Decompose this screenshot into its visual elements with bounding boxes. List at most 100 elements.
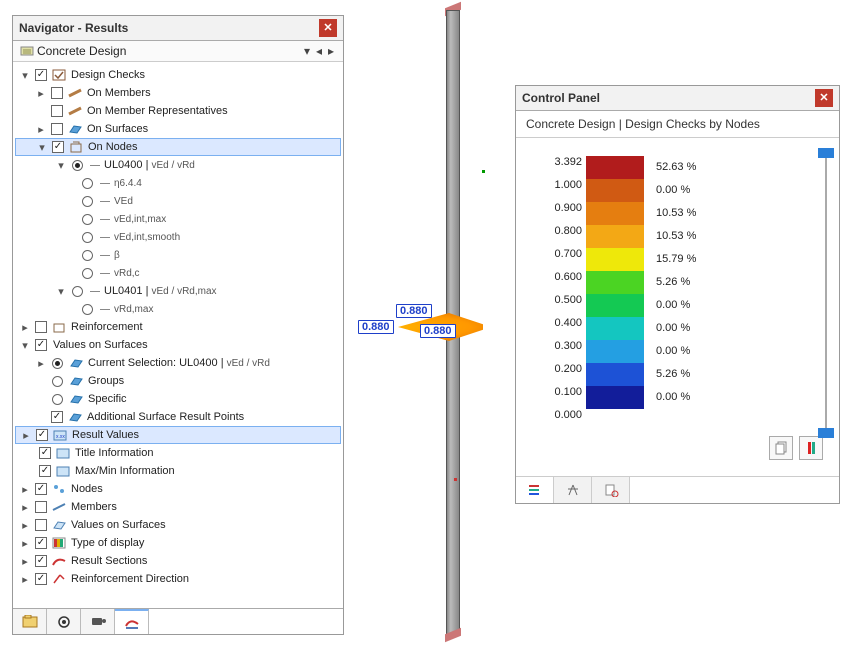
radio[interactable] <box>52 394 63 405</box>
copy-scale-button[interactable] <box>769 436 793 460</box>
tree-item-additional-points[interactable]: Additional Surface Result Points <box>15 408 341 426</box>
tree-item-ved[interactable]: VEd <box>15 192 341 210</box>
collapse-icon[interactable]: ▾ <box>36 141 48 153</box>
checkbox[interactable] <box>39 465 51 477</box>
expand-icon[interactable]: ▸ <box>19 555 31 567</box>
tree-item-values-on-surfaces[interactable]: ▾ Values on Surfaces <box>15 336 341 354</box>
radio[interactable] <box>72 286 83 297</box>
radio[interactable] <box>52 376 63 387</box>
tree-item-result-values[interactable]: ▸ x.xx Result Values <box>15 426 341 444</box>
checkbox[interactable] <box>35 321 47 333</box>
checkbox[interactable] <box>52 141 64 153</box>
expand-icon[interactable]: ▸ <box>19 573 31 585</box>
tab-data-icon[interactable] <box>13 609 47 634</box>
tree-item-on-nodes[interactable]: ▾ On Nodes <box>15 138 341 156</box>
tree-item-nodes2[interactable]: ▸ Nodes <box>15 480 341 498</box>
chevron-down-icon[interactable]: ▾ <box>301 44 313 58</box>
checkbox[interactable] <box>35 537 47 549</box>
result-values-icon: x.xx <box>52 428 68 442</box>
checkbox[interactable] <box>35 519 47 531</box>
scale-percent: 52.63 % <box>656 161 696 173</box>
close-icon[interactable]: ✕ <box>815 89 833 107</box>
control-panel-header[interactable]: Control Panel ✕ <box>516 86 839 111</box>
expand-icon[interactable]: ▸ <box>20 429 32 441</box>
tab-views-icon[interactable] <box>81 609 115 634</box>
navigator-header[interactable]: Navigator - Results ✕ <box>13 16 343 41</box>
tree-item-title-info[interactable]: Title Information <box>15 444 341 462</box>
tree-item-vrdc[interactable]: vRd,c <box>15 264 341 282</box>
tree-item-maxmin[interactable]: Max/Min Information <box>15 462 341 480</box>
tree-item-reinf-dir[interactable]: ▸ Reinforcement Direction <box>15 570 341 588</box>
range-slider-max[interactable] <box>818 148 834 158</box>
checkbox[interactable] <box>51 123 63 135</box>
spacer <box>35 393 47 405</box>
checkbox[interactable] <box>51 87 63 99</box>
radio[interactable] <box>82 250 93 261</box>
tab-display-icon[interactable] <box>47 609 81 634</box>
radio[interactable] <box>82 232 93 243</box>
expand-icon[interactable]: ▸ <box>19 321 31 333</box>
checkbox[interactable] <box>36 429 48 441</box>
tree-item-vos2[interactable]: ▸ Values on Surfaces <box>15 516 341 534</box>
tree-item-current-sel[interactable]: ▸ Current Selection: UL0400 | vEd / vRd <box>15 354 341 372</box>
checkbox[interactable] <box>39 447 51 459</box>
checkbox[interactable] <box>35 69 47 81</box>
tree-item-groups[interactable]: Groups <box>15 372 341 390</box>
tree-item-ul0401[interactable]: ▾ UL0401 | vEd / vRd,max <box>15 282 341 300</box>
collapse-icon[interactable]: ▾ <box>19 339 31 351</box>
radio[interactable] <box>82 196 93 207</box>
radio[interactable] <box>82 178 93 189</box>
expand-icon[interactable]: ▸ <box>35 87 47 99</box>
checkbox[interactable] <box>35 501 47 513</box>
tree-item-ul0400[interactable]: ▾ UL0400 | vEd / vRd <box>15 156 341 174</box>
tree-item-design-checks[interactable]: ▾ Design Checks <box>15 66 341 84</box>
collapse-icon[interactable]: ▾ <box>19 69 31 81</box>
tree-item-eta[interactable]: η6.4.4 <box>15 174 341 192</box>
radio[interactable] <box>72 160 83 171</box>
checkbox[interactable] <box>35 573 47 585</box>
tree-item-on-surfaces[interactable]: ▸ On Surfaces <box>15 120 341 138</box>
checkbox[interactable] <box>35 555 47 567</box>
tree-item-ved-int-max[interactable]: vEd,int,max <box>15 210 341 228</box>
tree-item-beta[interactable]: β <box>15 246 341 264</box>
range-slider-min[interactable] <box>818 428 834 438</box>
tree-item-result-sections[interactable]: ▸ Result Sections <box>15 552 341 570</box>
expand-icon[interactable]: ▸ <box>19 537 31 549</box>
scale-value: 0.700 <box>530 248 586 260</box>
radio[interactable] <box>82 268 93 279</box>
tree-item-reinforcement[interactable]: ▸ Reinforcement <box>15 318 341 336</box>
tree-item-on-member-reps[interactable]: On Member Representatives <box>15 102 341 120</box>
tree-item-members2[interactable]: ▸ Members <box>15 498 341 516</box>
checkbox[interactable] <box>51 411 63 423</box>
expand-icon[interactable]: ▸ <box>19 519 31 531</box>
tree-item-specific[interactable]: Specific <box>15 390 341 408</box>
range-slider-track <box>825 154 827 434</box>
navigator-tree[interactable]: ▾ Design Checks ▸ On Members On Member R… <box>13 62 343 608</box>
expand-icon[interactable]: ▸ <box>19 483 31 495</box>
nav-next-icon[interactable]: ▸ <box>325 44 337 58</box>
expand-icon[interactable]: ▸ <box>35 357 47 369</box>
navigator-category-select[interactable]: Concrete Design ▾ ◂ ▸ <box>13 41 343 62</box>
tree-item-ved-int-smooth[interactable]: vEd,int,smooth <box>15 228 341 246</box>
close-icon[interactable]: ✕ <box>319 19 337 37</box>
cp-tab-scale-icon[interactable] <box>516 477 554 503</box>
cp-tab-factors-icon[interactable] <box>554 477 592 503</box>
tree-item-on-members[interactable]: ▸ On Members <box>15 84 341 102</box>
cp-tab-filter-icon[interactable] <box>592 477 630 503</box>
expand-icon[interactable]: ▸ <box>19 501 31 513</box>
expand-icon[interactable]: ▸ <box>35 123 47 135</box>
tree-item-type-display[interactable]: ▸ Type of display <box>15 534 341 552</box>
radio[interactable] <box>82 304 93 315</box>
radio[interactable] <box>52 358 63 369</box>
tree-item-vrdmax[interactable]: vRd,max <box>15 300 341 318</box>
checkbox[interactable] <box>35 339 47 351</box>
checkbox[interactable] <box>51 105 63 117</box>
collapse-icon[interactable]: ▾ <box>55 159 67 171</box>
collapse-icon[interactable]: ▾ <box>55 285 67 297</box>
nav-prev-icon[interactable]: ◂ <box>313 44 325 58</box>
tab-results-icon[interactable] <box>115 609 149 634</box>
checkbox[interactable] <box>35 483 47 495</box>
edit-scale-button[interactable] <box>799 436 823 460</box>
members-small-icon <box>51 500 67 514</box>
radio[interactable] <box>82 214 93 225</box>
